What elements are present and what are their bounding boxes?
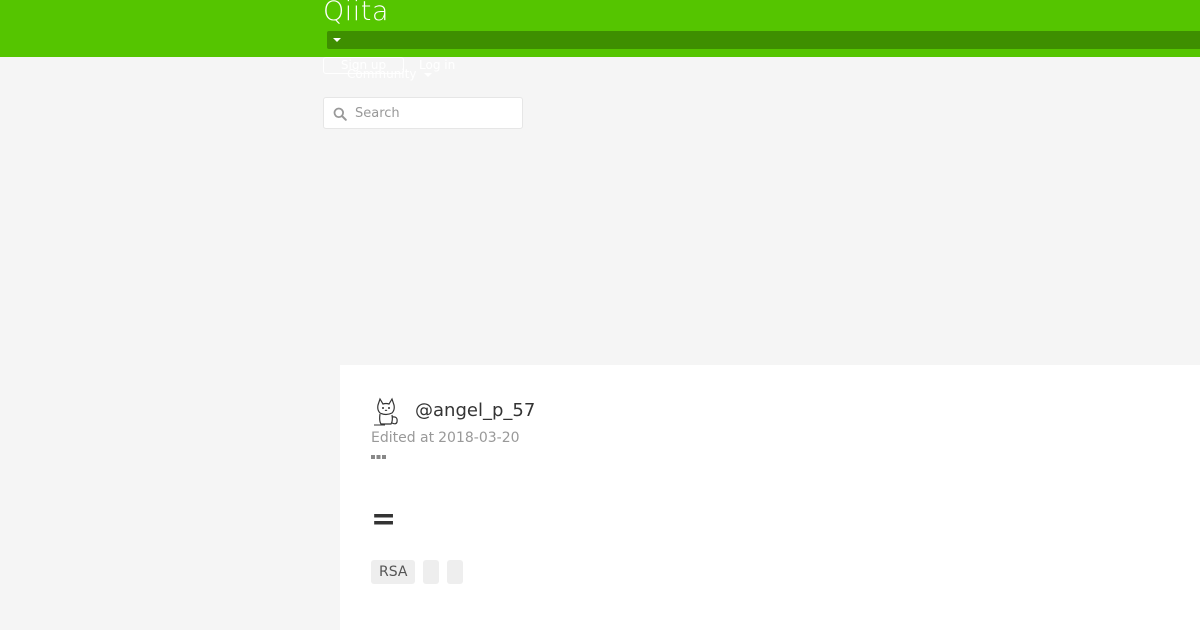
tag-item[interactable] <box>447 560 464 584</box>
article-card: @angel_p_57 Edited at 2018-03-20 = RSA <box>340 365 1200 630</box>
tag-item[interactable]: RSA <box>371 560 416 584</box>
edited-timestamp: Edited at 2018-03-20 <box>371 429 520 447</box>
login-link[interactable]: Log in <box>419 57 455 74</box>
caret-down-icon <box>333 38 341 42</box>
search-input[interactable] <box>355 98 520 128</box>
edited-date: 2018-03-20 <box>438 430 520 446</box>
tag-list: RSA <box>371 560 464 584</box>
cat-avatar-icon[interactable] <box>371 397 401 427</box>
qiita-logo[interactable]: Qiita <box>323 0 389 25</box>
article-title: = <box>371 502 397 537</box>
search-box[interactable] <box>323 97 523 129</box>
site-header: Qiita <box>0 0 1200 57</box>
search-icon <box>333 107 347 121</box>
global-menu-bar[interactable] <box>327 31 1200 49</box>
chevron-down-icon <box>424 73 432 77</box>
author-name-link[interactable]: @angel_p_57 <box>415 399 535 423</box>
edited-label: Edited at <box>371 430 435 446</box>
more-dots-icon[interactable] <box>371 454 387 460</box>
tag-item[interactable] <box>423 560 440 584</box>
community-menu[interactable]: Community <box>347 66 416 83</box>
